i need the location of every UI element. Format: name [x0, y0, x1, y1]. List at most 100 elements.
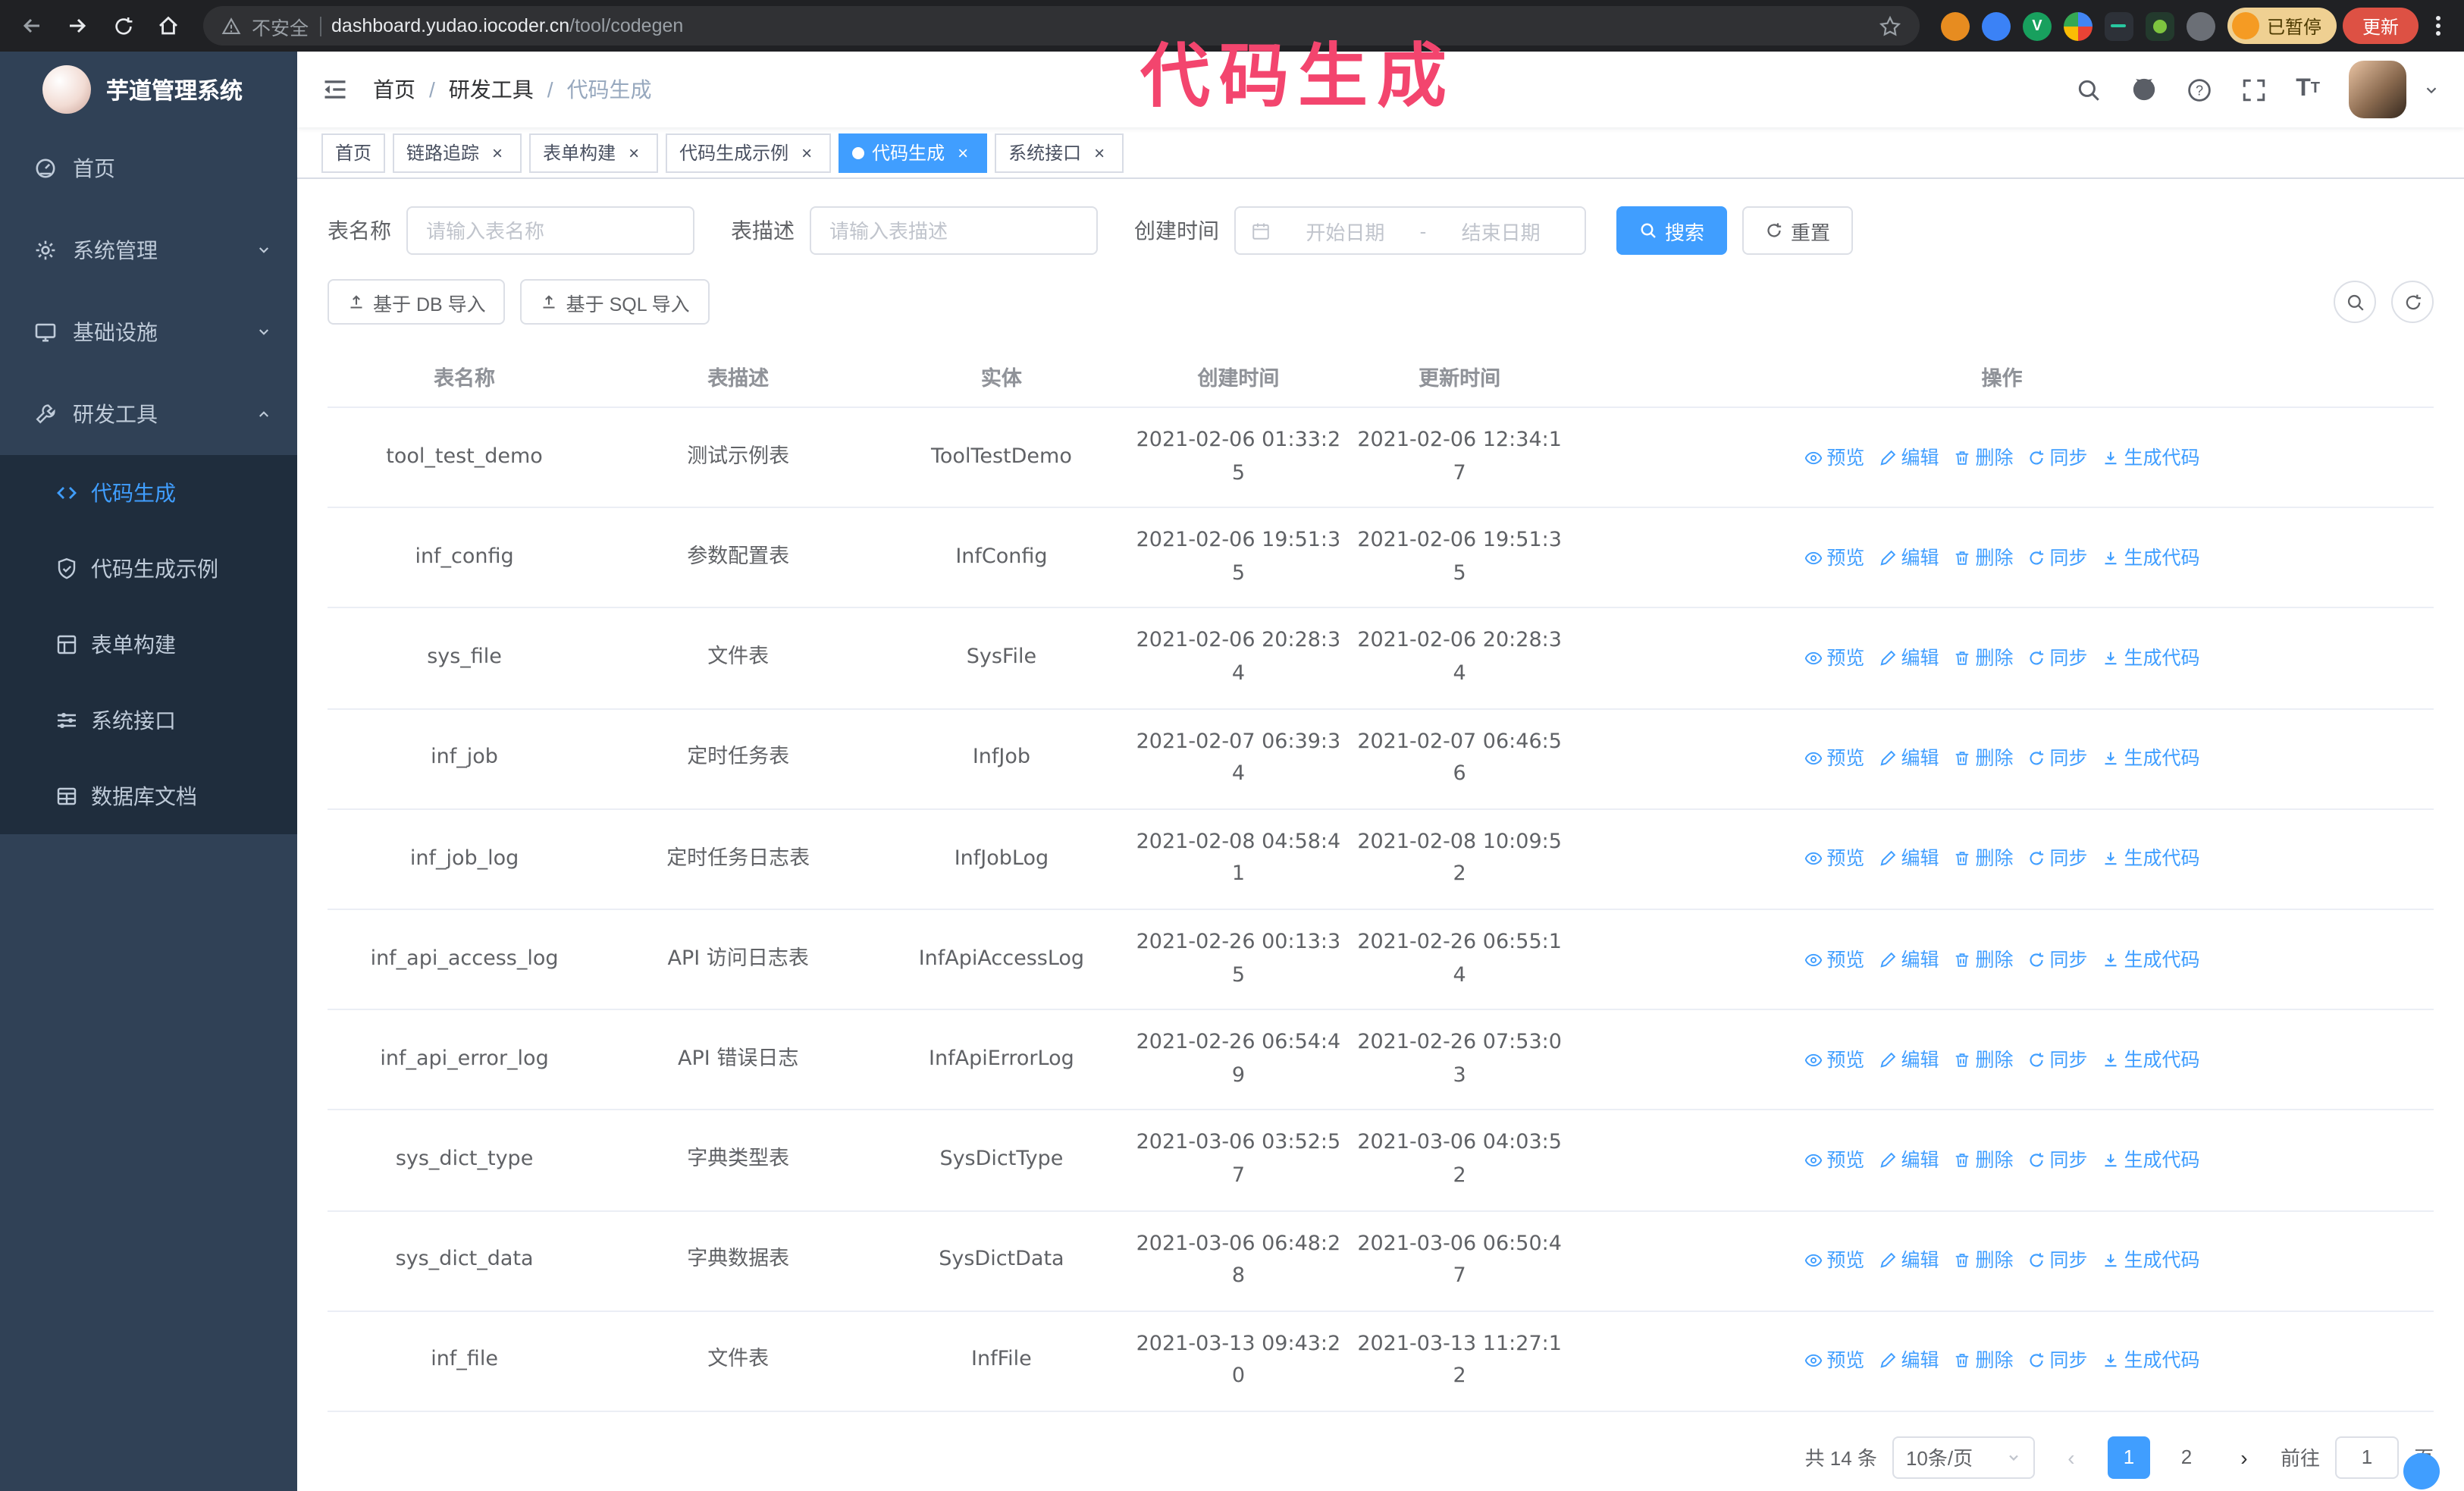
puzzle-extensions-icon[interactable]: [2186, 11, 2215, 40]
table-desc-input[interactable]: [810, 206, 1098, 255]
generate-code-link[interactable]: 生成代码: [2102, 743, 2200, 774]
sidebar-item-infra[interactable]: 基础设施: [0, 291, 297, 373]
sync-link[interactable]: 同步: [2027, 1346, 2088, 1376]
extension-icon-6[interactable]: [2145, 11, 2174, 40]
generate-code-link[interactable]: 生成代码: [2102, 1245, 2200, 1276]
delete-link[interactable]: 删除: [1952, 442, 2014, 472]
delete-link[interactable]: 删除: [1952, 1044, 2014, 1075]
generate-code-link[interactable]: 生成代码: [2102, 1346, 2200, 1376]
generate-code-link[interactable]: 生成代码: [2102, 844, 2200, 874]
edit-link[interactable]: 编辑: [1878, 543, 1939, 573]
extension-icon-2[interactable]: [1981, 11, 2011, 40]
sync-link[interactable]: 同步: [2027, 643, 2088, 673]
sync-link[interactable]: 同步: [2027, 743, 2088, 774]
preview-link[interactable]: 预览: [1804, 844, 1864, 874]
preview-link[interactable]: 预览: [1804, 442, 1864, 472]
sidebar-collapse-icon[interactable]: [321, 76, 349, 103]
toggle-search-button[interactable]: [2334, 281, 2376, 323]
reset-button[interactable]: 重置: [1742, 206, 1854, 255]
sync-link[interactable]: 同步: [2027, 442, 2088, 472]
delete-link[interactable]: 删除: [1952, 743, 2014, 774]
edit-link[interactable]: 编辑: [1878, 1245, 1939, 1276]
font-size-icon[interactable]: TT: [2296, 77, 2320, 102]
search-icon[interactable]: [2076, 77, 2102, 102]
sync-link[interactable]: 同步: [2027, 1044, 2088, 1075]
close-icon[interactable]: ×: [796, 142, 817, 163]
browser-menu-icon[interactable]: [2425, 14, 2452, 38]
generate-code-link[interactable]: 生成代码: [2102, 1044, 2200, 1075]
delete-link[interactable]: 删除: [1952, 543, 2014, 573]
tab-home[interactable]: 首页: [321, 133, 386, 172]
close-icon[interactable]: ×: [1089, 142, 1110, 163]
edit-link[interactable]: 编辑: [1878, 1145, 1939, 1176]
sidebar-item-devtools[interactable]: 研发工具: [0, 373, 297, 455]
edit-link[interactable]: 编辑: [1878, 442, 1939, 472]
sidebar-item-system[interactable]: 系统管理: [0, 209, 297, 291]
reload-icon[interactable]: [103, 6, 143, 46]
sync-link[interactable]: 同步: [2027, 543, 2088, 573]
bookmark-star-icon[interactable]: [1879, 14, 1901, 37]
sync-link[interactable]: 同步: [2027, 944, 2088, 975]
sidebar-item-codegen-demo[interactable]: 代码生成示例: [0, 531, 297, 607]
sync-link[interactable]: 同步: [2027, 1245, 2088, 1276]
close-icon[interactable]: ×: [952, 142, 973, 163]
user-avatar[interactable]: [2349, 61, 2406, 118]
table-name-input[interactable]: [406, 206, 694, 255]
sidebar-logo[interactable]: 芋道管理系统: [0, 52, 297, 127]
extension-icon-1[interactable]: [1940, 11, 1970, 40]
edit-link[interactable]: 编辑: [1878, 1044, 1939, 1075]
sidebar-item-system-api[interactable]: 系统接口: [0, 683, 297, 758]
edit-link[interactable]: 编辑: [1878, 944, 1939, 975]
tab-form-builder[interactable]: 表单构建 ×: [529, 133, 659, 172]
delete-link[interactable]: 删除: [1952, 643, 2014, 673]
generate-code-link[interactable]: 生成代码: [2102, 1145, 2200, 1176]
close-icon[interactable]: ×: [623, 142, 644, 163]
page-1-button[interactable]: 1: [2107, 1436, 2150, 1479]
next-page-button[interactable]: ›: [2223, 1436, 2265, 1479]
import-sql-button[interactable]: 基于 SQL 导入: [520, 279, 710, 325]
tab-codegen[interactable]: 代码生成 ×: [839, 133, 988, 172]
sidebar-item-home[interactable]: 首页: [0, 127, 297, 209]
generate-code-link[interactable]: 生成代码: [2102, 543, 2200, 573]
extension-icon-5[interactable]: [2104, 11, 2133, 40]
extension-icon-3[interactable]: V: [2022, 11, 2052, 40]
tab-tracing[interactable]: 链路追踪 ×: [393, 133, 522, 172]
delete-link[interactable]: 删除: [1952, 944, 2014, 975]
generate-code-link[interactable]: 生成代码: [2102, 442, 2200, 472]
delete-link[interactable]: 删除: [1952, 1245, 2014, 1276]
preview-link[interactable]: 预览: [1804, 543, 1864, 573]
delete-link[interactable]: 删除: [1952, 1145, 2014, 1176]
home-icon[interactable]: [149, 6, 188, 46]
preview-link[interactable]: 预览: [1804, 743, 1864, 774]
forward-icon[interactable]: [58, 6, 97, 46]
back-icon[interactable]: [12, 6, 52, 46]
fullscreen-icon[interactable]: [2241, 77, 2267, 102]
search-button[interactable]: 搜索: [1616, 206, 1728, 255]
github-icon[interactable]: [2130, 76, 2158, 103]
profile-paused-chip[interactable]: 已暂停: [2227, 8, 2337, 44]
browser-update-button[interactable]: 更新: [2342, 8, 2419, 44]
close-icon[interactable]: ×: [487, 142, 508, 163]
sidebar-item-codegen[interactable]: 代码生成: [0, 455, 297, 531]
sidebar-item-form-builder[interactable]: 表单构建: [0, 607, 297, 683]
sync-link[interactable]: 同步: [2027, 1145, 2088, 1176]
breadcrumb-devtools[interactable]: 研发工具: [449, 74, 534, 105]
tab-system-api[interactable]: 系统接口 ×: [995, 133, 1124, 172]
tab-codegen-demo[interactable]: 代码生成示例 ×: [666, 133, 832, 172]
edit-link[interactable]: 编辑: [1878, 844, 1939, 874]
page-size-select[interactable]: 10条/页: [1892, 1436, 2035, 1479]
url-bar[interactable]: 不安全 dashboard.yudao.iocoder.cn/tool/code…: [203, 6, 1920, 46]
date-range-picker[interactable]: 开始日期 - 结束日期: [1234, 206, 1586, 255]
caret-down-icon[interactable]: [2423, 81, 2440, 98]
edit-link[interactable]: 编辑: [1878, 743, 1939, 774]
sync-link[interactable]: 同步: [2027, 844, 2088, 874]
preview-link[interactable]: 预览: [1804, 1145, 1864, 1176]
preview-link[interactable]: 预览: [1804, 1044, 1864, 1075]
back-to-top-button[interactable]: [2403, 1453, 2440, 1489]
generate-code-link[interactable]: 生成代码: [2102, 643, 2200, 673]
edit-link[interactable]: 编辑: [1878, 643, 1939, 673]
edit-link[interactable]: 编辑: [1878, 1346, 1939, 1376]
sidebar-item-db-doc[interactable]: 数据库文档: [0, 758, 297, 834]
preview-link[interactable]: 预览: [1804, 1245, 1864, 1276]
page-2-button[interactable]: 2: [2165, 1436, 2208, 1479]
